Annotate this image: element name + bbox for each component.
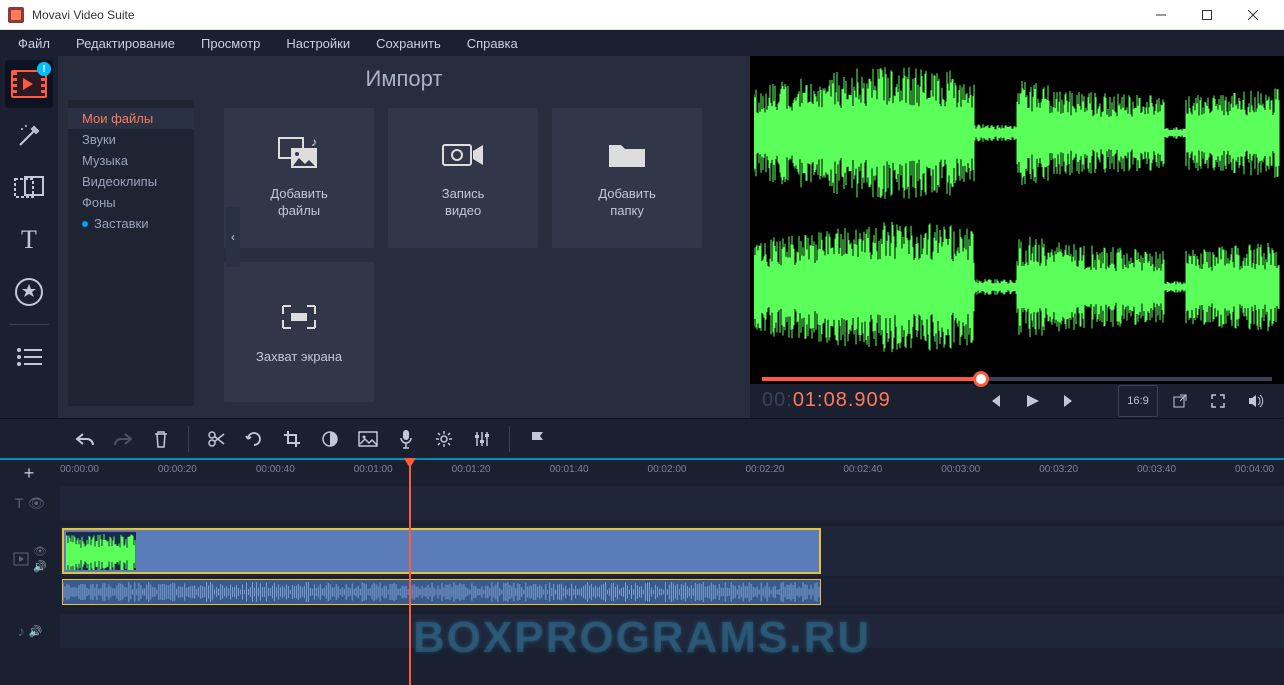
audio-track-head[interactable]: ♪🔊 <box>0 614 60 648</box>
svg-text:♪: ♪ <box>311 136 317 149</box>
ruler-tick: 00:02:40 <box>843 464 882 475</box>
import-tool[interactable]: ! <box>5 60 53 108</box>
ruler-tick: 00:04:00 <box>1235 464 1274 475</box>
redo-button[interactable] <box>106 422 140 456</box>
import-categories: Мои файлыЗвукиМузыкаВидеоклипыФоныЗастав… <box>68 100 194 406</box>
popout-button[interactable] <box>1164 385 1196 417</box>
video-clip[interactable] <box>62 528 821 574</box>
app-logo-icon <box>8 7 24 23</box>
category-item[interactable]: Мои файлы <box>68 108 194 129</box>
window-title: Movavi Video Suite <box>32 8 1138 22</box>
more-tool[interactable] <box>5 333 53 381</box>
ruler-tick: 00:01:00 <box>354 464 393 475</box>
menu-редактирование[interactable]: Редактирование <box>64 32 187 55</box>
next-frame-button[interactable] <box>1054 385 1086 417</box>
timeline: + 00:00:00 00:00:20 00:00:40 00:01:00 00:01:… <box>0 458 1284 685</box>
ruler-tick: 00:03:40 <box>1137 464 1176 475</box>
menubar: ФайлРедактированиеПросмотрНастройкиСохра… <box>0 30 1284 56</box>
preview-panel: 00:01:08.909 16:9 <box>750 56 1284 418</box>
audio-track-lane[interactable] <box>60 614 1284 648</box>
record-video-tile[interactable]: Запись видео <box>388 108 538 248</box>
ruler-tick: 00:00:40 <box>256 464 295 475</box>
menu-файл[interactable]: Файл <box>6 32 62 55</box>
camera-icon <box>441 136 485 172</box>
prev-frame-button[interactable] <box>978 385 1010 417</box>
add-folder-tile[interactable]: Добавить папку <box>552 108 702 248</box>
import-panel: Импорт Мои файлыЗвукиМузыкаВидеоклипыФон… <box>58 56 750 418</box>
playhead[interactable] <box>409 460 411 685</box>
titles-tool[interactable]: T <box>5 216 53 264</box>
titlebar: Movavi Video Suite <box>0 0 1284 30</box>
menu-просмотр[interactable]: Просмотр <box>189 32 272 55</box>
preview-controls: 00:01:08.909 16:9 <box>750 384 1284 418</box>
color-button[interactable] <box>313 422 347 456</box>
add-track-button[interactable]: + <box>14 462 44 484</box>
ruler-tick: 00:00:20 <box>158 464 197 475</box>
ruler-tick: 00:02:00 <box>648 464 687 475</box>
timeline-ruler[interactable]: + 00:00:00 00:00:20 00:00:40 00:01:00 00:01:… <box>0 460 1284 486</box>
rotate-button[interactable] <box>237 422 271 456</box>
import-tiles: ♪Добавить файлыЗапись видеоДобавить папк… <box>194 56 750 418</box>
video-track-head[interactable]: 👁🔊 <box>0 526 60 592</box>
undo-button[interactable] <box>68 422 102 456</box>
category-item[interactable]: Музыка <box>68 150 194 171</box>
audio-clip[interactable] <box>62 579 821 605</box>
timecode-display: 00:01:08.909 <box>762 389 891 413</box>
transitions-tool[interactable] <box>5 164 53 212</box>
equalizer-button[interactable] <box>465 422 499 456</box>
category-item[interactable]: Звуки <box>68 129 194 150</box>
fullscreen-button[interactable] <box>1202 385 1234 417</box>
maximize-button[interactable] <box>1184 0 1230 30</box>
category-item[interactable]: Фоны <box>68 192 194 213</box>
video-track-lane[interactable] <box>60 526 1284 576</box>
category-item[interactable]: Заставки <box>68 213 194 234</box>
ruler-tick: 00:01:20 <box>452 464 491 475</box>
add-files-tile[interactable]: ♪Добавить файлы <box>224 108 374 248</box>
capture-icon <box>277 299 321 335</box>
volume-button[interactable] <box>1240 385 1272 417</box>
timeline-toolbar <box>0 418 1284 458</box>
folder-icon <box>605 136 649 172</box>
marker-button[interactable] <box>520 422 554 456</box>
ruler-tick: 00:03:20 <box>1039 464 1078 475</box>
split-button[interactable] <box>199 422 233 456</box>
ruler-tick: 00:00:00 <box>60 464 99 475</box>
image-button[interactable] <box>351 422 385 456</box>
titles-track-lane[interactable] <box>60 486 1284 520</box>
seek-slider[interactable] <box>762 370 1272 384</box>
waveform-preview[interactable] <box>750 56 1284 364</box>
stickers-tool[interactable] <box>5 268 53 316</box>
category-item[interactable]: Видеоклипы <box>68 171 194 192</box>
media-icon: ♪ <box>277 136 321 172</box>
ruler-tick: 00:01:40 <box>550 464 589 475</box>
screen-capture-tile[interactable]: Захват экрана <box>224 262 374 402</box>
clip-props-button[interactable] <box>427 422 461 456</box>
menu-сохранить[interactable]: Сохранить <box>364 32 453 55</box>
ruler-tick: 00:03:00 <box>941 464 980 475</box>
crop-button[interactable] <box>275 422 309 456</box>
titles-track-head[interactable]: T👁 <box>0 486 60 520</box>
minimize-button[interactable] <box>1138 0 1184 30</box>
aspect-ratio-button[interactable]: 16:9 <box>1118 385 1158 417</box>
delete-button[interactable] <box>144 422 178 456</box>
play-button[interactable] <box>1016 385 1048 417</box>
left-toolbar: !T <box>0 56 58 418</box>
menu-настройки[interactable]: Настройки <box>274 32 362 55</box>
import-heading: Импорт <box>58 66 750 92</box>
filters-tool[interactable] <box>5 112 53 160</box>
record-audio-button[interactable] <box>389 422 423 456</box>
linked-audio-lane[interactable] <box>60 578 1284 606</box>
ruler-tick: 00:02:20 <box>745 464 784 475</box>
collapse-categories-button[interactable]: ‹ <box>226 207 240 267</box>
close-button[interactable] <box>1230 0 1276 30</box>
menu-справка[interactable]: Справка <box>455 32 530 55</box>
